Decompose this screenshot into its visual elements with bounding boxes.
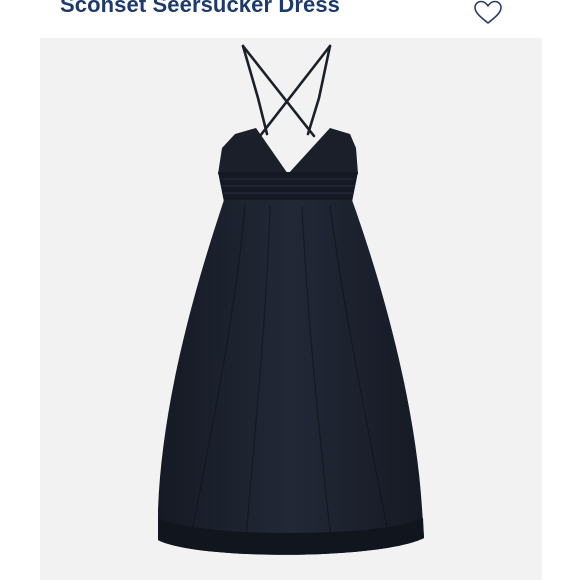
dress-icon xyxy=(158,44,424,555)
product-title: Sconset Seersucker Dress xyxy=(60,0,341,17)
product-header: Sconset Seersucker Dress xyxy=(0,0,580,38)
product-page: Sconset Seersucker Dress xyxy=(0,0,580,580)
favorite-button[interactable] xyxy=(473,0,503,26)
heart-outline-icon xyxy=(474,0,502,24)
product-image[interactable] xyxy=(40,38,542,580)
